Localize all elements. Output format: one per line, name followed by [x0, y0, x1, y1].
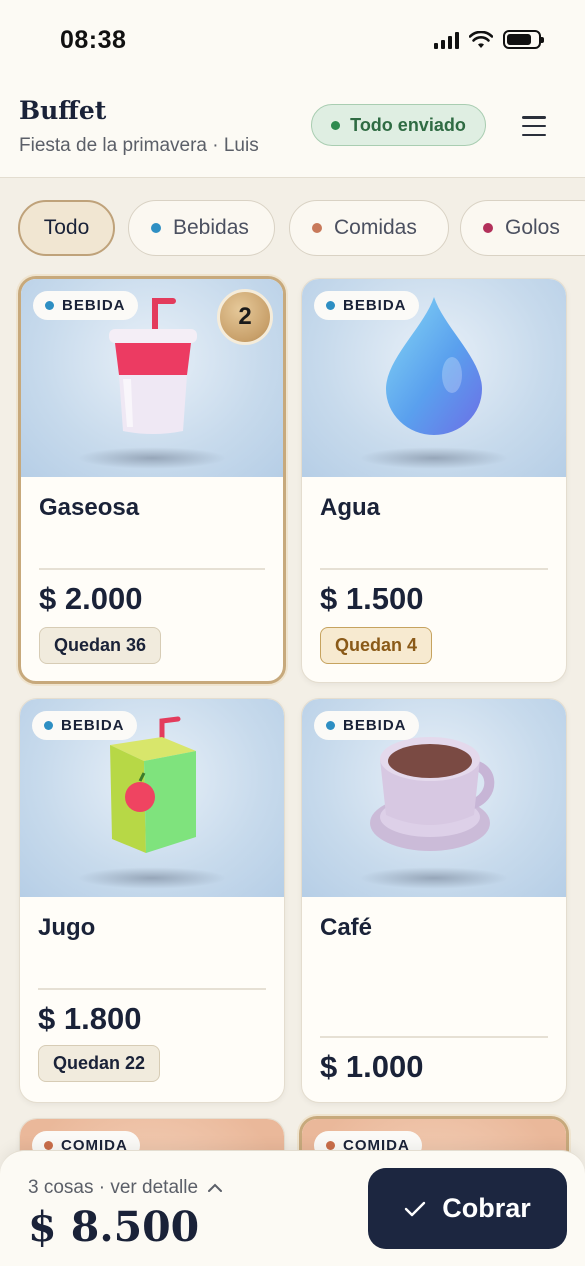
stock-badge: Quedan 36 — [39, 627, 162, 664]
filter-chip-label: Bebidas — [173, 216, 249, 239]
product-image: BEBIDA — [302, 279, 566, 477]
checkout-button[interactable]: Cobrar — [368, 1168, 567, 1249]
food-dot-icon — [312, 223, 322, 233]
product-card-cafe[interactable]: BEBIDA Café $ 1.000 — [301, 698, 567, 1103]
filter-chip-label: Golos — [505, 216, 560, 239]
menu-icon[interactable] — [522, 116, 546, 136]
check-icon — [405, 1201, 426, 1216]
product-card-jugo[interactable]: BEBIDA Jugo $ 1.800 Quedan 22 — [19, 698, 285, 1103]
drink-dot-icon — [151, 223, 161, 233]
cart-summary: 3 cosas · ver detalle — [28, 1177, 199, 1198]
filter-chip-bebidas[interactable]: Bebidas — [128, 200, 275, 256]
product-card-agua[interactable]: BEBIDA Agua $ 1.500 Quedan 4 — [301, 278, 567, 683]
stock-badge-low: Quedan 4 — [320, 627, 433, 664]
product-price: $ 2.000 — [39, 581, 143, 616]
category-label: BEBIDA — [343, 297, 407, 314]
candy-dot-icon — [483, 223, 493, 233]
filter-chip-label: Todo — [43, 216, 90, 239]
food-dot-icon — [44, 1141, 53, 1150]
page-subtitle: Fiesta de la primavera · Luis — [19, 135, 259, 156]
category-tag: BEBIDA — [314, 291, 419, 320]
drink-dot-icon — [44, 721, 53, 730]
divider — [39, 568, 265, 570]
product-image: BEBIDA 2 — [21, 279, 283, 477]
product-price: $ 1.500 — [320, 581, 424, 616]
filter-chip-golosinas[interactable]: Golos — [460, 200, 585, 256]
status-icons — [434, 30, 544, 49]
sync-status-badge[interactable]: Todo enviado — [311, 104, 486, 146]
product-card-gaseosa[interactable]: BEBIDA 2 Gaseosa $ 2.000 Quedan 36 — [18, 276, 286, 684]
divider — [38, 988, 266, 990]
food-dot-icon — [326, 1141, 335, 1150]
checkout-label: Cobrar — [442, 1193, 531, 1223]
drink-dot-icon — [326, 721, 335, 730]
chevron-up-icon — [208, 1183, 223, 1192]
filter-chip-comidas[interactable]: Comidas — [289, 200, 449, 256]
divider — [320, 1036, 548, 1038]
product-name: Café — [320, 914, 373, 941]
category-label: BEBIDA — [62, 297, 126, 314]
wifi-icon — [469, 30, 493, 48]
drink-dot-icon — [326, 301, 335, 310]
product-name: Gaseosa — [39, 494, 140, 521]
sync-status-label: Todo enviado — [350, 114, 466, 135]
status-bar: 08:38 — [0, 0, 585, 82]
battery-icon — [503, 30, 544, 49]
signal-icon — [434, 31, 459, 49]
app-header: Buffet Fiesta de la primavera · Luis Tod… — [0, 82, 585, 178]
drink-dot-icon — [45, 301, 54, 310]
category-label: BEBIDA — [61, 717, 125, 734]
category-tag: BEBIDA — [32, 711, 137, 740]
cart-bar: 3 cosas · ver detalle $ 8.500 Cobrar — [0, 1150, 585, 1266]
divider — [320, 568, 548, 570]
product-name: Agua — [320, 494, 380, 521]
category-label: BEBIDA — [343, 717, 407, 734]
filter-chip-label: Comidas — [334, 216, 417, 239]
page-title: Buffet — [19, 96, 107, 125]
stock-badge: Quedan 22 — [38, 1045, 161, 1082]
category-tag: BEBIDA — [314, 711, 419, 740]
product-price: $ 1.800 — [38, 1001, 142, 1036]
status-time: 08:38 — [60, 26, 127, 54]
category-filters: Todo Bebidas Comidas Golos — [18, 200, 585, 258]
cart-detail-toggle[interactable]: 3 cosas · ver detalle — [28, 1177, 223, 1199]
cart-quantity-badge: 2 — [217, 289, 273, 345]
category-tag: BEBIDA — [33, 291, 138, 320]
product-image: BEBIDA — [302, 699, 566, 897]
product-price: $ 1.000 — [320, 1049, 424, 1084]
product-name: Jugo — [38, 914, 96, 941]
status-dot-icon — [331, 120, 341, 130]
cart-total: $ 8.500 — [28, 1203, 200, 1251]
filter-chip-todo[interactable]: Todo — [18, 200, 115, 256]
product-image: BEBIDA — [20, 699, 284, 897]
